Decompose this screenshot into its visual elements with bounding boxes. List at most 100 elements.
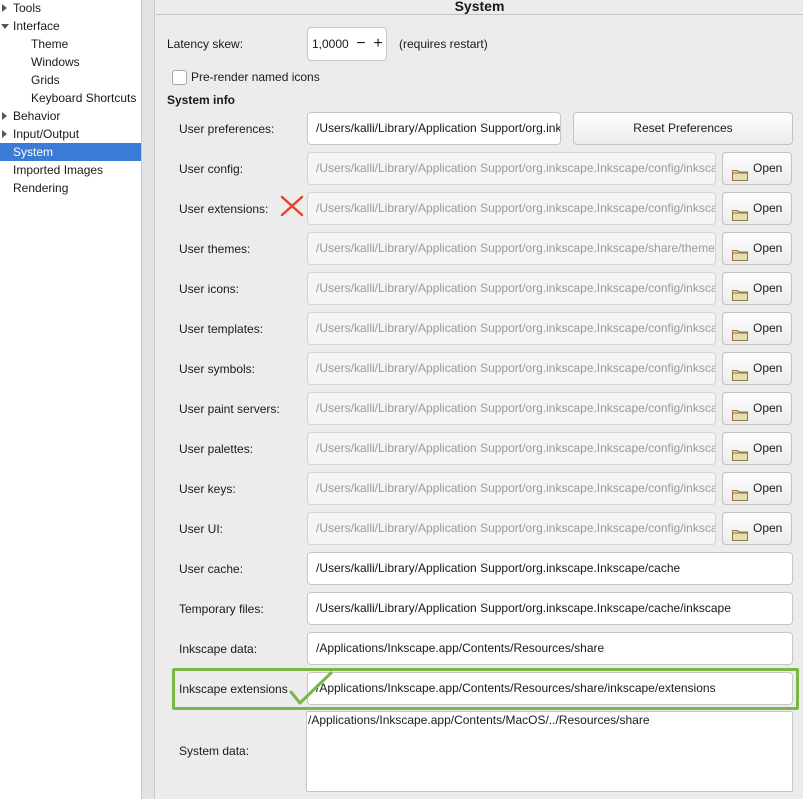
expander-down-icon[interactable]: [0, 17, 10, 35]
decrement-button[interactable]: −: [354, 36, 368, 52]
page-title: System: [156, 0, 803, 15]
tree-item-theme[interactable]: Theme: [0, 35, 141, 53]
open-button-label: Open: [753, 201, 783, 215]
folder-icon: [732, 522, 748, 541]
inkscape-extensions-path-field[interactable]: /Applications/Inkscape.app/Contents/Reso…: [307, 672, 793, 705]
tree-item-label: Tools: [13, 1, 42, 15]
tree-item-label: Theme: [31, 37, 69, 51]
latency-skew-spinbutton[interactable]: 1,0000 − +: [307, 27, 387, 61]
user-symbols-label: User symbols:: [179, 362, 256, 376]
tree-item-label: Keyboard Shortcuts: [31, 91, 137, 105]
tree-item-behavior[interactable]: Behavior: [0, 107, 141, 125]
user-keys-open-button[interactable]: Open: [722, 472, 792, 505]
latency-skew-value[interactable]: 1,0000: [312, 37, 349, 51]
user-preferences-label: User preferences:: [179, 122, 275, 136]
system-data-label: System data:: [179, 744, 250, 758]
tree-item-tools[interactable]: Tools: [0, 0, 141, 17]
folder-icon: [732, 242, 748, 261]
increment-button[interactable]: +: [371, 36, 385, 52]
requires-restart-note: (requires restart): [399, 37, 488, 51]
expander-right-icon[interactable]: [0, 107, 10, 125]
user-symbols-open-button[interactable]: Open: [722, 352, 792, 385]
tree-item-label: Imported Images: [13, 163, 104, 177]
prerender-icons-label[interactable]: Pre-render named icons: [191, 69, 320, 85]
open-button-label: Open: [753, 481, 783, 495]
user-cache-label: User cache:: [179, 562, 244, 576]
cross-mark-icon: [280, 195, 304, 217]
user-icons-open-button[interactable]: Open: [722, 272, 792, 305]
tree-item-rendering[interactable]: Rendering: [0, 179, 141, 197]
tree-item-grids[interactable]: Grids: [0, 71, 141, 89]
open-button-label: Open: [753, 161, 783, 175]
user-extensions-label: User extensions:: [179, 202, 269, 216]
folder-icon: [732, 482, 748, 501]
folder-icon: [732, 402, 748, 421]
user-extensions-open-button[interactable]: Open: [722, 192, 792, 225]
inkscape-data-label: Inkscape data:: [179, 642, 258, 656]
system-data-value[interactable]: /Applications/Inkscape.app/Contents/MacO…: [308, 712, 650, 728]
user-preferences-path-field[interactable]: /Users/kalli/Library/Application Support…: [307, 112, 561, 145]
folder-icon: [732, 162, 748, 181]
user-paint-servers-path-field[interactable]: /Users/kalli/Library/Application Support…: [307, 392, 716, 425]
system-page: System Latency skew: 1,0000 − + (require…: [156, 0, 803, 799]
folder-icon: [732, 202, 748, 221]
latency-skew-label: Latency skew:: [167, 37, 244, 51]
tree-item-interface[interactable]: Interface: [0, 17, 141, 35]
user-paint-servers-label: User paint servers:: [179, 402, 280, 416]
user-keys-path-field[interactable]: /Users/kalli/Library/Application Support…: [307, 472, 716, 505]
open-button-label: Open: [753, 281, 783, 295]
open-button-label: Open: [753, 241, 783, 255]
open-button-label: Open: [753, 361, 783, 375]
inkscape-data-path-field[interactable]: /Applications/Inkscape.app/Contents/Reso…: [307, 632, 793, 665]
tree-item-label: Windows: [31, 55, 80, 69]
folder-icon: [732, 282, 748, 301]
open-button-label: Open: [753, 401, 783, 415]
system-data-textview[interactable]: /Applications/Inkscape.app/Contents/MacO…: [306, 711, 793, 792]
user-templates-label: User templates:: [179, 322, 264, 336]
user-themes-open-button[interactable]: Open: [722, 232, 792, 265]
user-themes-path-field[interactable]: /Users/kalli/Library/Application Support…: [307, 232, 716, 265]
user-cache-path-field[interactable]: /Users/kalli/Library/Application Support…: [307, 552, 793, 585]
user-config-label: User config:: [179, 162, 244, 176]
tree-item-label: Grids: [31, 73, 60, 87]
expander-right-icon[interactable]: [0, 125, 10, 143]
reset-preferences-button[interactable]: Reset Preferences: [573, 112, 793, 145]
folder-icon: [732, 322, 748, 341]
check-mark-icon: [289, 671, 333, 705]
user-extensions-path-field[interactable]: /Users/kalli/Library/Application Support…: [307, 192, 716, 225]
tree-item-label: Input/Output: [13, 127, 80, 141]
preferences-tree: Tools Interface Theme Windows Grids Keyboard …: [0, 0, 141, 799]
user-symbols-path-field[interactable]: /Users/kalli/Library/Application Support…: [307, 352, 716, 385]
system-info-heading: System info: [167, 93, 236, 107]
user-icons-path-field[interactable]: /Users/kalli/Library/Application Support…: [307, 272, 716, 305]
user-keys-label: User keys:: [179, 482, 236, 496]
tree-item-windows[interactable]: Windows: [0, 53, 141, 71]
user-paint-servers-open-button[interactable]: Open: [722, 392, 792, 425]
user-config-path-field[interactable]: /Users/kalli/Library/Application Support…: [307, 152, 716, 185]
user-themes-label: User themes:: [179, 242, 251, 256]
temporary-files-path-field[interactable]: /Users/kalli/Library/Application Support…: [307, 592, 793, 625]
user-ui-path-field[interactable]: /Users/kalli/Library/Application Support…: [307, 512, 716, 545]
tree-item-imported-images[interactable]: Imported Images: [0, 161, 141, 179]
open-button-label: Open: [753, 441, 783, 455]
prerender-icons-checkbox[interactable]: [172, 70, 187, 85]
user-ui-label: User UI:: [179, 522, 224, 536]
tree-item-label: Rendering: [13, 181, 69, 195]
tree-item-system[interactable]: System: [0, 143, 141, 161]
tree-item-label: System: [13, 145, 54, 159]
user-config-open-button[interactable]: Open: [722, 152, 792, 185]
tree-item-input-output[interactable]: Input/Output: [0, 125, 141, 143]
user-palettes-path-field[interactable]: /Users/kalli/Library/Application Support…: [307, 432, 716, 465]
user-templates-path-field[interactable]: /Users/kalli/Library/Application Support…: [307, 312, 716, 345]
expander-right-icon[interactable]: [0, 0, 10, 17]
user-templates-open-button[interactable]: Open: [722, 312, 792, 345]
pane-divider[interactable]: [141, 0, 155, 799]
user-ui-open-button[interactable]: Open: [722, 512, 792, 545]
user-palettes-open-button[interactable]: Open: [722, 432, 792, 465]
tree-item-keyboard-shortcuts[interactable]: Keyboard Shortcuts: [0, 89, 141, 107]
tree-item-label: Interface: [13, 19, 60, 33]
folder-icon: [732, 442, 748, 461]
open-button-label: Open: [753, 521, 783, 535]
user-icons-label: User icons:: [179, 282, 240, 296]
tree-item-label: Behavior: [13, 109, 61, 123]
